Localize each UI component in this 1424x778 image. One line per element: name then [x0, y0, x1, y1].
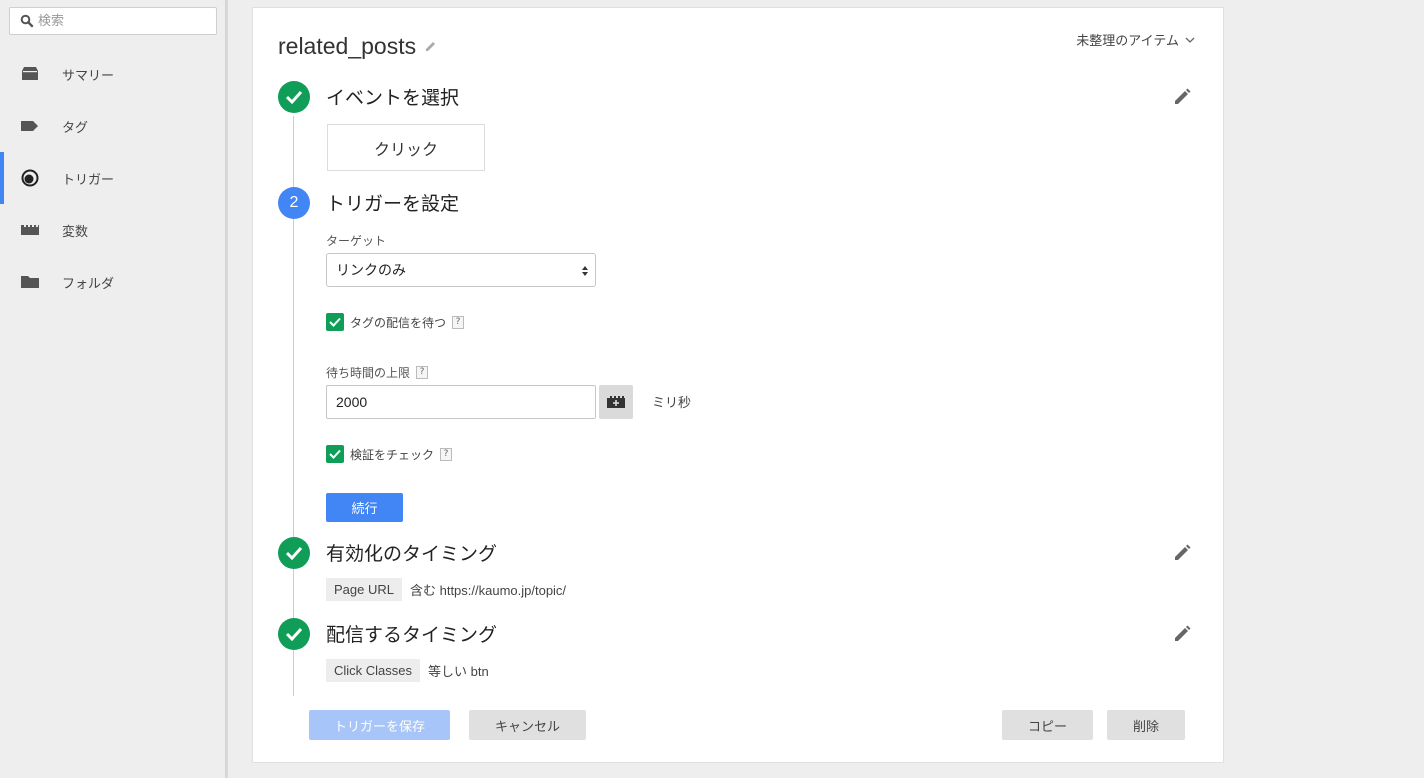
trigger-icon — [21, 169, 39, 187]
step-title-fire: 配信するタイミング — [326, 624, 498, 646]
step-title-configure: トリガーを設定 — [326, 193, 460, 215]
sidebar-item-label: フォルダ — [62, 276, 115, 292]
select-arrows-icon — [582, 266, 588, 276]
wait-limit-label-text: 待ち時間の上限 — [326, 366, 411, 380]
search-input[interactable] — [38, 11, 208, 31]
sidebar-item-label: タグ — [62, 120, 89, 136]
sidebar-item-label: 変数 — [62, 224, 89, 240]
sidebar-item-label: トリガー — [62, 172, 115, 188]
sidebar-item-tags[interactable]: タグ — [0, 100, 226, 152]
search-box[interactable] — [9, 7, 217, 35]
wait-tags-checkbox[interactable] — [326, 313, 344, 331]
condition-value: 含む https://kaumo.jp/topic/ — [409, 583, 567, 598]
variable-brick-icon — [607, 396, 625, 408]
step-complete-icon — [278, 81, 310, 113]
check-validation-option: 検証をチェック ? — [326, 445, 453, 463]
cancel-button[interactable]: キャンセル — [469, 710, 586, 740]
trigger-editor: related_posts 未整理のアイテム イベントを選択 クリック 2 トリ… — [252, 7, 1224, 763]
sidebar-item-summary[interactable]: サマリー — [0, 48, 226, 100]
edit-pencil-icon[interactable] — [1173, 88, 1191, 106]
condition-variable-chip: Click Classes — [326, 659, 421, 682]
pencil-icon[interactable] — [425, 40, 437, 52]
inbox-icon — [22, 67, 38, 80]
check-validation-checkbox[interactable] — [326, 445, 344, 463]
edit-pencil-icon[interactable] — [1173, 544, 1191, 562]
copy-button[interactable]: コピー — [1002, 710, 1093, 740]
check-validation-label: 検証をチェック — [350, 447, 435, 462]
fire-condition: Click Classes 等しい btn — [326, 659, 489, 682]
help-icon[interactable]: ? — [452, 315, 465, 329]
folder-dropdown[interactable]: 未整理のアイテム — [1076, 30, 1195, 49]
folder-icon — [21, 276, 39, 288]
step-title-enable: 有効化のタイミング — [326, 543, 498, 565]
page-title[interactable]: related_posts — [278, 33, 416, 60]
help-icon[interactable]: ? — [416, 366, 429, 379]
tag-icon — [21, 121, 38, 131]
sidebar-item-folders[interactable]: フォルダ — [0, 256, 226, 308]
variables-icon — [21, 225, 39, 235]
sidebar: サマリー タグ トリガー 変数 フォルダ — [0, 0, 226, 778]
help-icon[interactable]: ? — [440, 447, 453, 461]
target-label: ターゲット — [326, 232, 386, 249]
sidebar-item-label: サマリー — [62, 68, 115, 84]
step-number-badge: 2 — [278, 187, 310, 219]
save-trigger-button[interactable]: トリガーを保存 — [309, 710, 450, 740]
wait-tags-label: タグの配信を待つ — [350, 315, 447, 330]
chevron-down-icon — [1185, 37, 1195, 43]
step-title-event: イベントを選択 — [326, 87, 460, 109]
continue-button[interactable]: 続行 — [326, 493, 403, 522]
event-type-card[interactable]: クリック — [327, 124, 485, 171]
wait-limit-label: 待ち時間の上限 ? — [326, 364, 429, 381]
wait-tags-option: タグの配信を待つ ? — [326, 313, 465, 331]
insert-variable-button[interactable] — [599, 385, 633, 419]
edit-pencil-icon[interactable] — [1173, 625, 1191, 643]
step-complete-icon — [278, 618, 310, 650]
target-label-text: ターゲット — [326, 234, 387, 248]
delete-button[interactable]: 削除 — [1107, 710, 1185, 740]
enable-condition: Page URL 含む https://kaumo.jp/topic/ — [326, 578, 566, 601]
condition-value: 等しい btn — [428, 664, 489, 679]
sidebar-item-triggers[interactable]: トリガー — [0, 152, 226, 204]
condition-variable-chip: Page URL — [326, 578, 402, 601]
sidebar-item-variables[interactable]: 変数 — [0, 204, 226, 256]
unit-label: ミリ秒 — [652, 396, 692, 411]
wait-limit-input[interactable] — [326, 385, 596, 419]
step-complete-icon — [278, 537, 310, 569]
folder-label: 未整理のアイテム — [1076, 34, 1179, 49]
target-select-value: リンクのみ — [336, 263, 406, 279]
sidebar-divider — [226, 0, 228, 778]
search-icon — [20, 14, 34, 28]
target-select[interactable]: リンクのみ — [326, 253, 596, 287]
